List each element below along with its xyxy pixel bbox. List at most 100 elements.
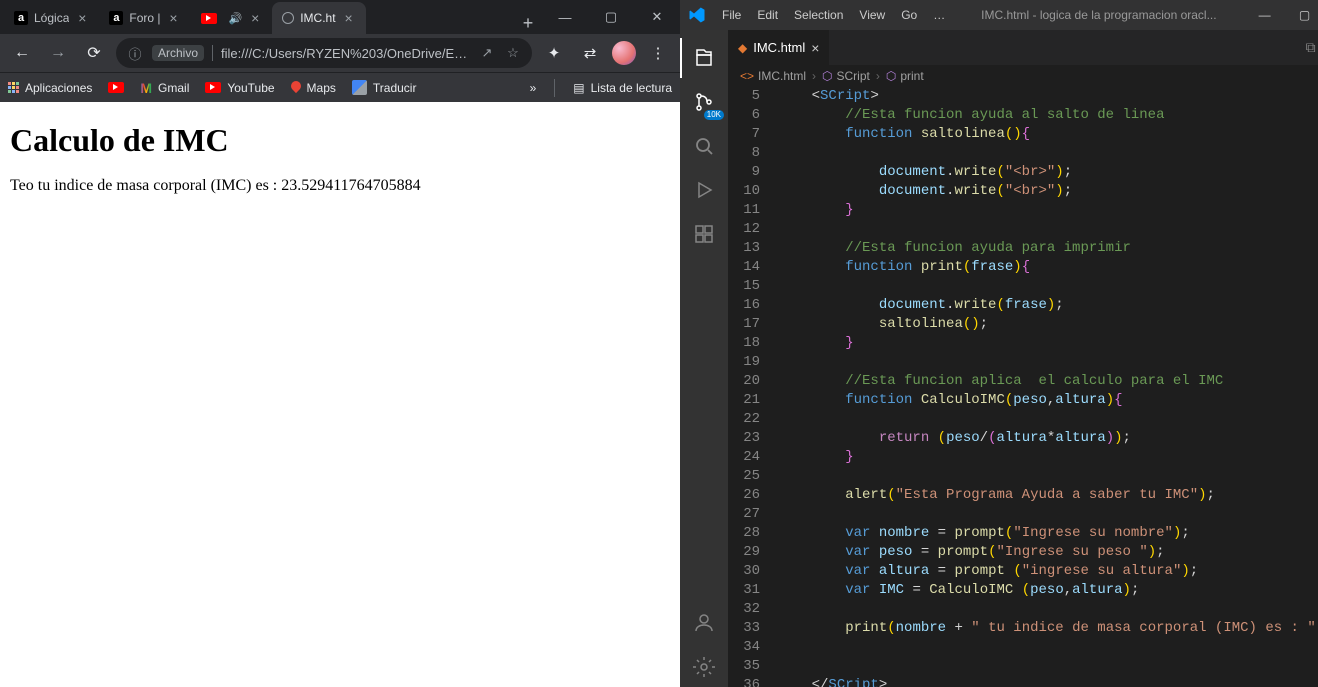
code-line[interactable]: alert("Esta Programa Ayuda a saber tu IM… — [778, 486, 1318, 505]
breadcrumbs[interactable]: <>IMC.html›⬡SCript›⬡print — [728, 65, 1318, 87]
menu-icon[interactable]: ⋮ — [644, 39, 672, 67]
back-button[interactable]: ← — [8, 39, 36, 67]
close-icon[interactable]: × — [167, 11, 181, 25]
browser-tab[interactable]: IMC.ht× — [272, 2, 365, 34]
code-line[interactable]: } — [778, 334, 1318, 353]
code-line[interactable] — [778, 353, 1318, 372]
bookmark-item[interactable] — [108, 80, 124, 96]
breadcrumb-item[interactable]: ⬡print — [886, 69, 924, 83]
menu-item[interactable]: … — [925, 8, 953, 22]
menu-item[interactable]: Go — [893, 8, 925, 22]
customize-icon[interactable]: ⇄ — [576, 39, 604, 67]
line-number: 34 — [728, 638, 764, 657]
breadcrumb-icon: ⬡ — [822, 69, 832, 83]
minimize-button[interactable]: — — [1245, 8, 1285, 22]
line-number: 15 — [728, 277, 764, 296]
extensions-icon[interactable]: ✦ — [540, 39, 568, 67]
line-number: 8 — [728, 144, 764, 163]
info-icon[interactable]: ⓘ — [126, 44, 144, 62]
code-line[interactable]: var peso = prompt("Ingrese su peso "); — [778, 543, 1318, 562]
code-line[interactable]: var nombre = prompt("Ingrese su nombre")… — [778, 524, 1318, 543]
code-line[interactable] — [778, 410, 1318, 429]
apps-button[interactable]: Aplicaciones — [8, 81, 92, 95]
breadcrumb-item[interactable]: ⬡SCript — [822, 69, 870, 83]
code-line[interactable] — [778, 657, 1318, 676]
share-icon[interactable]: ↗ — [478, 44, 496, 62]
bookmark-item[interactable]: Maps — [291, 80, 336, 96]
line-number: 14 — [728, 258, 764, 277]
menu-item[interactable]: Edit — [749, 8, 786, 22]
code-line[interactable]: function CalculoIMC(peso,altura){ — [778, 391, 1318, 410]
code-line[interactable]: //Esta funcion aplica el calculo para el… — [778, 372, 1318, 391]
youtube-icon — [108, 82, 124, 93]
maximize-button[interactable]: ▢ — [588, 0, 634, 34]
close-icon[interactable]: × — [248, 11, 262, 25]
menu-item[interactable]: Selection — [786, 8, 851, 22]
code-editor[interactable]: 5678910111213141516171819202122232425262… — [728, 87, 1318, 687]
close-button[interactable]: ✕ — [634, 0, 680, 34]
breadcrumb-item[interactable]: <>IMC.html — [740, 69, 806, 83]
settings-gear-icon[interactable] — [680, 647, 728, 687]
new-tab-button[interactable]: + — [514, 13, 542, 34]
source-control-icon[interactable]: 10K — [680, 82, 728, 122]
editor-tabs: ◆ IMC.html × ⧉ ⋯ — [728, 30, 1318, 65]
code-line[interactable]: } — [778, 448, 1318, 467]
code-line[interactable]: } — [778, 201, 1318, 220]
browser-tab[interactable]: aLógica× — [4, 2, 99, 34]
profile-avatar[interactable] — [612, 41, 636, 65]
menu-item[interactable]: File — [714, 8, 749, 22]
line-gutter: 5678910111213141516171819202122232425262… — [728, 87, 778, 687]
code-line[interactable] — [778, 505, 1318, 524]
code-line[interactable]: <SCript> — [778, 87, 1318, 106]
code-line[interactable] — [778, 220, 1318, 239]
code-line[interactable]: return (peso/(altura*altura)); — [778, 429, 1318, 448]
code-line[interactable] — [778, 277, 1318, 296]
chevron-right-icon: › — [812, 69, 816, 83]
forward-button[interactable]: → — [44, 39, 72, 67]
close-icon[interactable]: × — [811, 40, 819, 56]
search-icon[interactable] — [680, 126, 728, 166]
editor-tab-imc[interactable]: ◆ IMC.html × — [728, 30, 830, 65]
code-line[interactable]: print(nombre + " tu indice de masa corpo… — [778, 619, 1318, 638]
browser-tab[interactable]: aForo | × — [99, 2, 190, 34]
maximize-button[interactable]: ▢ — [1285, 8, 1318, 22]
omnibox[interactable]: ⓘ Archivo file:///C:/Users/RYZEN%203/One… — [116, 38, 532, 68]
star-icon[interactable]: ☆ — [504, 44, 522, 62]
code-line[interactable]: document.write(frase); — [778, 296, 1318, 315]
reading-list-button[interactable]: ▤ Lista de lectura — [573, 81, 672, 95]
code-line[interactable]: //Esta funcion ayuda para imprimir — [778, 239, 1318, 258]
code-line[interactable]: document.write("<br>"); — [778, 163, 1318, 182]
code-line[interactable]: saltolinea(); — [778, 315, 1318, 334]
minimize-button[interactable]: — — [542, 0, 588, 34]
bookmarks-overflow[interactable]: » — [530, 81, 537, 95]
code-line[interactable]: function print(frase){ — [778, 258, 1318, 277]
code-line[interactable]: document.write("<br>"); — [778, 182, 1318, 201]
audio-icon[interactable]: 🔊 — [229, 12, 243, 25]
apps-label: Aplicaciones — [25, 81, 92, 95]
code-line[interactable] — [778, 467, 1318, 486]
code-line[interactable]: function saltolinea(){ — [778, 125, 1318, 144]
bookmark-item[interactable]: MGmail — [140, 80, 189, 96]
code-line[interactable]: //Esta funcion ayuda al salto de linea — [778, 106, 1318, 125]
reload-button[interactable]: ⟳ — [80, 39, 108, 67]
youtube-icon — [205, 82, 221, 93]
code-content[interactable]: <SCript> //Esta funcion ayuda al salto d… — [778, 87, 1318, 687]
code-line[interactable]: var IMC = CalculoIMC (peso,altura); — [778, 581, 1318, 600]
close-icon[interactable]: × — [75, 11, 89, 25]
code-line[interactable] — [778, 144, 1318, 163]
close-icon[interactable]: × — [342, 11, 356, 25]
bookmark-item[interactable]: Traducir — [352, 80, 417, 96]
vscode-titlebar: FileEditSelectionViewGo… IMC.html - logi… — [680, 0, 1318, 30]
run-debug-icon[interactable] — [680, 170, 728, 210]
bookmark-item[interactable]: YouTube — [205, 80, 274, 96]
code-line[interactable]: </SCript> — [778, 676, 1318, 687]
code-line[interactable] — [778, 600, 1318, 619]
account-icon[interactable] — [680, 603, 728, 643]
explorer-icon[interactable] — [680, 38, 728, 78]
browser-tab[interactable]: 🔊× — [191, 2, 273, 34]
compare-icon[interactable]: ⧉ — [1306, 39, 1316, 56]
code-line[interactable] — [778, 638, 1318, 657]
code-line[interactable]: var altura = prompt ("ingrese su altura"… — [778, 562, 1318, 581]
menu-item[interactable]: View — [851, 8, 893, 22]
extensions-icon[interactable] — [680, 214, 728, 254]
